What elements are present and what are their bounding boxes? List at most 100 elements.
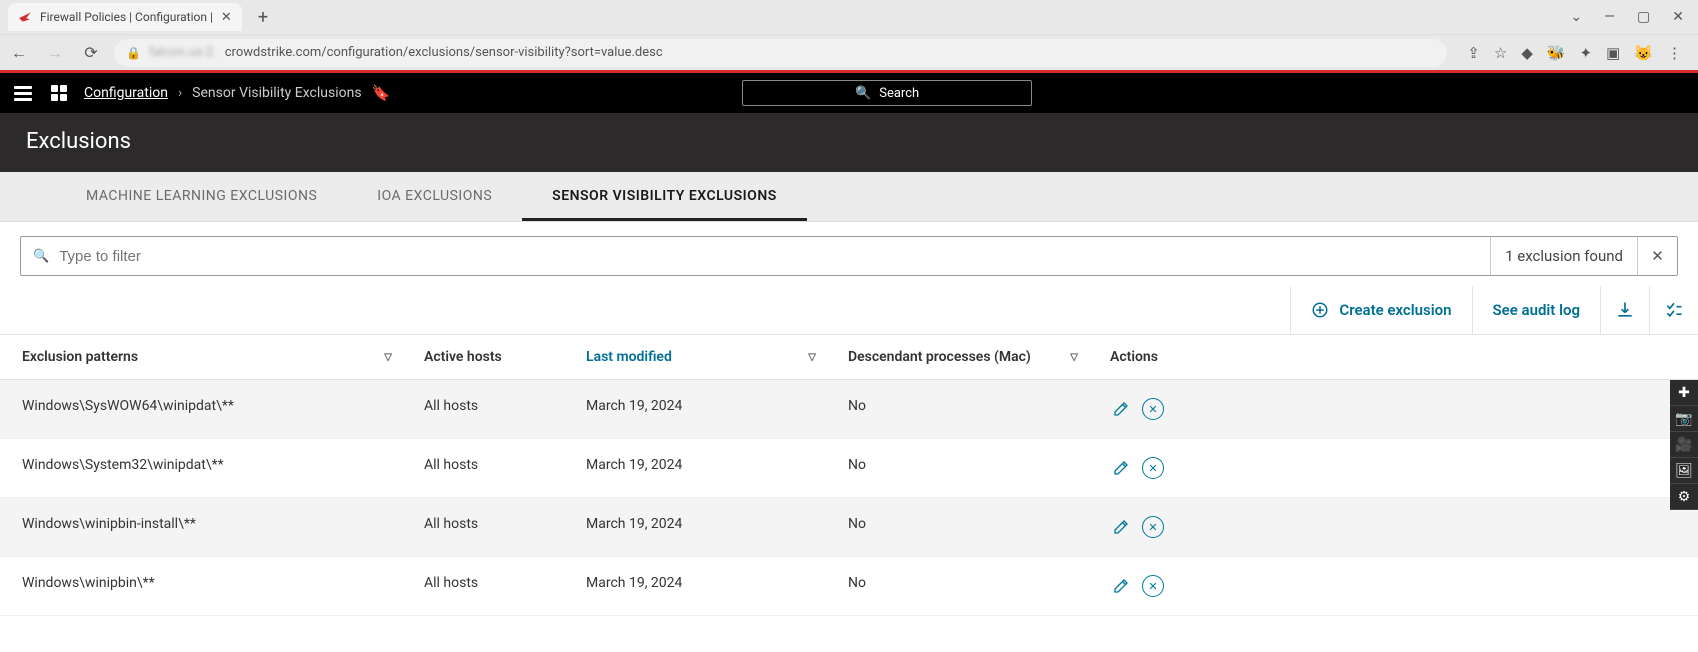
cell-pattern: Windows\System32\winipdat\** bbox=[0, 439, 408, 497]
share-icon[interactable]: ⇪ bbox=[1467, 44, 1480, 62]
filter-row: 🔍 1 exclusion found ✕ bbox=[0, 222, 1698, 286]
window-minimize-icon[interactable]: ― bbox=[1604, 9, 1615, 25]
plus-circle-icon bbox=[1311, 301, 1329, 319]
exclusions-table: Exclusion patterns ▽ Active hosts Last m… bbox=[0, 335, 1698, 616]
search-icon: 🔍 bbox=[855, 86, 871, 101]
ext-icon-1[interactable]: ◆ bbox=[1521, 44, 1533, 62]
ext-icon-2[interactable]: 🐝 bbox=[1547, 44, 1566, 62]
delete-icon[interactable]: ✕ bbox=[1142, 575, 1164, 597]
table-header: Exclusion patterns ▽ Active hosts Last m… bbox=[0, 335, 1698, 380]
create-exclusion-label: Create exclusion bbox=[1339, 301, 1451, 319]
cell-modified: March 19, 2024 bbox=[570, 380, 832, 438]
star-icon[interactable]: ☆ bbox=[1494, 44, 1507, 62]
cell-pattern: Windows\SysWOW64\winipdat\** bbox=[0, 380, 408, 438]
nav-forward-icon[interactable]: → bbox=[42, 43, 68, 63]
tab-ml-exclusions[interactable]: MACHINE LEARNING EXCLUSIONS bbox=[56, 172, 347, 221]
browser-tab[interactable]: Firewall Policies | Configuration | ✕ bbox=[8, 3, 242, 31]
new-tab-button[interactable]: + bbox=[248, 7, 278, 28]
table-row[interactable]: Windows\System32\winipdat\**All hostsMar… bbox=[0, 439, 1698, 498]
capture-video-icon[interactable]: 🎥 bbox=[1670, 432, 1698, 458]
sort-caret-icon: ▽ bbox=[384, 352, 392, 363]
table-row[interactable]: Windows\winipbin-install\**All hostsMarc… bbox=[0, 498, 1698, 557]
edit-icon[interactable] bbox=[1110, 398, 1132, 420]
extensions-puzzle-icon[interactable]: ✦ bbox=[1580, 44, 1593, 62]
filter-clear-icon[interactable]: ✕ bbox=[1637, 237, 1677, 275]
col-header-pattern-label: Exclusion patterns bbox=[22, 349, 138, 365]
table-row[interactable]: Windows\SysWOW64\winipdat\**All hostsMar… bbox=[0, 380, 1698, 439]
app-switcher-icon[interactable] bbox=[50, 84, 68, 102]
delete-icon[interactable]: ✕ bbox=[1142, 457, 1164, 479]
create-exclusion-button[interactable]: Create exclusion bbox=[1290, 286, 1471, 334]
edit-icon[interactable] bbox=[1110, 575, 1132, 597]
filter-box: 🔍 1 exclusion found ✕ bbox=[20, 236, 1678, 276]
browser-chrome: Firewall Policies | Configuration | ✕ + … bbox=[0, 0, 1698, 70]
col-header-descendant[interactable]: Descendant processes (Mac) ▽ bbox=[832, 335, 1094, 379]
cell-pattern: Windows\winipbin-install\** bbox=[0, 498, 408, 556]
window-maximize-icon[interactable]: ▢ bbox=[1637, 9, 1650, 25]
col-header-modified[interactable]: Last modified ▽ bbox=[570, 335, 832, 379]
cell-actions: ✕ bbox=[1094, 557, 1698, 615]
delete-icon[interactable]: ✕ bbox=[1142, 398, 1164, 420]
capture-gallery-icon[interactable]: 🖼 bbox=[1670, 458, 1698, 484]
table-row[interactable]: Windows\winipbin\**All hostsMarch 19, 20… bbox=[0, 557, 1698, 616]
window-close-icon[interactable]: ✕ bbox=[1672, 9, 1684, 25]
tab-sensor-visibility-exclusions[interactable]: SENSOR VISIBILITY EXCLUSIONS bbox=[522, 172, 807, 221]
tab-strip: Firewall Policies | Configuration | ✕ + … bbox=[0, 0, 1698, 34]
chevron-down-icon[interactable]: ⌄ bbox=[1570, 9, 1582, 25]
col-header-modified-label: Last modified bbox=[586, 349, 672, 365]
tabs-row: MACHINE LEARNING EXCLUSIONS IOA EXCLUSIO… bbox=[0, 172, 1698, 222]
cell-pattern: Windows\winipbin\** bbox=[0, 557, 408, 615]
capture-screenshot-icon[interactable]: 📷 bbox=[1670, 406, 1698, 432]
app-header: Configuration › Sensor Visibility Exclus… bbox=[0, 73, 1698, 113]
see-audit-log-button[interactable]: See audit log bbox=[1472, 286, 1600, 334]
side-panel-icon[interactable]: ▣ bbox=[1606, 44, 1620, 62]
col-header-actions: Actions bbox=[1094, 335, 1698, 379]
nav-reload-icon[interactable]: ⟳ bbox=[78, 43, 104, 62]
edit-icon[interactable] bbox=[1110, 457, 1132, 479]
breadcrumb: Configuration › Sensor Visibility Exclus… bbox=[84, 84, 390, 102]
capture-settings-icon[interactable]: ⚙ bbox=[1670, 484, 1698, 510]
col-header-hosts-label: Active hosts bbox=[424, 349, 502, 365]
edit-icon[interactable] bbox=[1110, 516, 1132, 538]
cell-descendant: No bbox=[832, 380, 1094, 438]
filter-search-icon: 🔍 bbox=[33, 249, 49, 264]
screen-capture-toolbar: ✚ 📷 🎥 🖼 ⚙ bbox=[1670, 380, 1698, 510]
tab-title: Firewall Policies | Configuration | bbox=[40, 10, 213, 24]
breadcrumb-root[interactable]: Configuration bbox=[84, 85, 168, 101]
nav-back-icon[interactable]: ← bbox=[6, 43, 32, 63]
tab-close-icon[interactable]: ✕ bbox=[221, 10, 232, 25]
cell-hosts: All hosts bbox=[408, 380, 570, 438]
filter-count: 1 exclusion found bbox=[1490, 237, 1637, 275]
profile-avatar[interactable]: 😺 bbox=[1634, 44, 1653, 62]
cell-hosts: All hosts bbox=[408, 439, 570, 497]
download-button[interactable] bbox=[1600, 286, 1649, 334]
search-label: Search bbox=[879, 86, 919, 101]
capture-region-icon[interactable]: ✚ bbox=[1670, 380, 1698, 406]
bookmark-icon[interactable]: 🔖 bbox=[372, 84, 391, 102]
address-bar: ← → ⟳ 🔒 falcon.us-2. crowdstrike.com/con… bbox=[0, 34, 1698, 70]
table-body: Windows\SysWOW64\winipdat\**All hostsMar… bbox=[0, 380, 1698, 616]
url-box[interactable]: 🔒 falcon.us-2. crowdstrike.com/configura… bbox=[114, 39, 1447, 67]
url-host-blurred: falcon.us-2. bbox=[149, 45, 217, 60]
global-search[interactable]: 🔍 Search bbox=[742, 80, 1032, 106]
tab-ioa-exclusions[interactable]: IOA EXCLUSIONS bbox=[347, 172, 522, 221]
see-audit-log-label: See audit log bbox=[1493, 301, 1580, 319]
filter-input[interactable] bbox=[59, 248, 1478, 265]
breadcrumb-leaf: Sensor Visibility Exclusions bbox=[192, 85, 361, 101]
cell-actions: ✕ bbox=[1094, 380, 1698, 438]
checklist-icon bbox=[1664, 300, 1684, 320]
columns-button[interactable] bbox=[1649, 286, 1698, 334]
col-header-pattern[interactable]: Exclusion patterns ▽ bbox=[0, 335, 408, 379]
hamburger-menu-icon[interactable] bbox=[14, 83, 34, 103]
page-title-bar: Exclusions bbox=[0, 113, 1698, 172]
cell-modified: March 19, 2024 bbox=[570, 498, 832, 556]
col-header-hosts[interactable]: Active hosts bbox=[408, 335, 570, 379]
cell-descendant: No bbox=[832, 439, 1094, 497]
url-text: crowdstrike.com/configuration/exclusions… bbox=[225, 45, 663, 60]
cell-hosts: All hosts bbox=[408, 498, 570, 556]
extension-icons: ⇪ ☆ ◆ 🐝 ✦ ▣ 😺 ⋮ bbox=[1457, 44, 1692, 62]
col-header-descendant-label: Descendant processes (Mac) bbox=[848, 349, 1031, 365]
cell-descendant: No bbox=[832, 498, 1094, 556]
kebab-menu-icon[interactable]: ⋮ bbox=[1667, 44, 1682, 62]
delete-icon[interactable]: ✕ bbox=[1142, 516, 1164, 538]
